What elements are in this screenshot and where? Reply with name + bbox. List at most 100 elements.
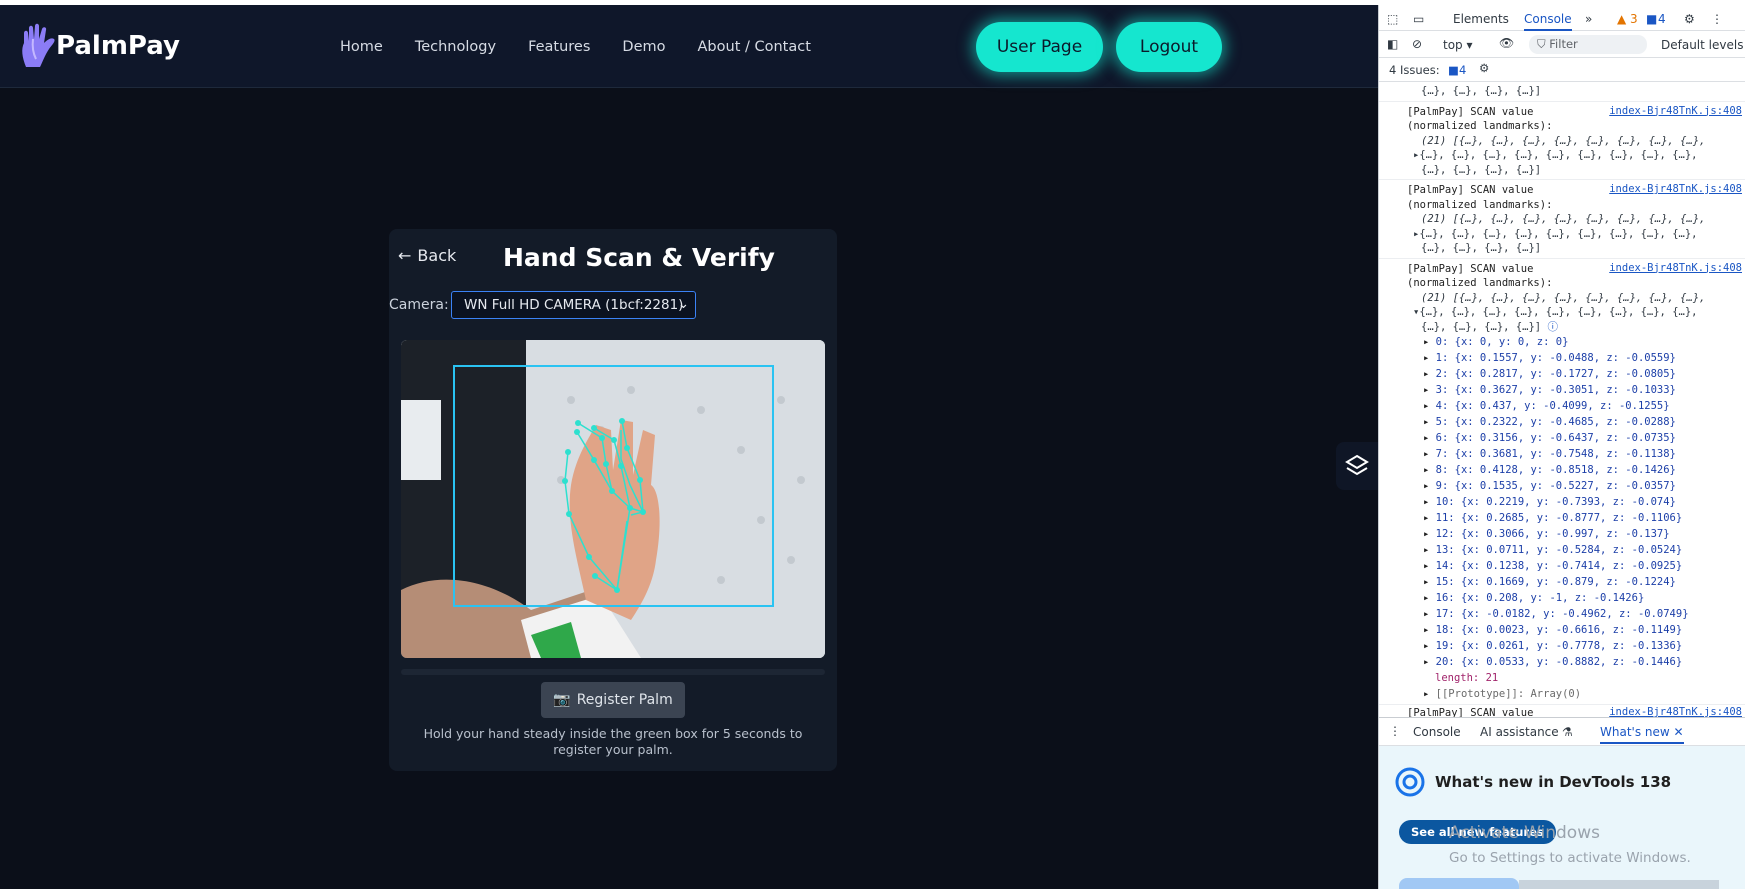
whats-new-tab-label: What's new — [1600, 725, 1670, 739]
arrow-left-icon: ← — [398, 246, 412, 265]
array-line1: (21) [{…}, {…}, {…}, {…}, {…}, {…}, {…},… — [1421, 134, 1706, 147]
landmark-row[interactable]: ▸ 9: {x: 0.1535, y: -0.5227, z: -0.0357} — [1407, 478, 1745, 494]
settings-gear-icon[interactable]: ⚙ — [1684, 12, 1695, 26]
logo[interactable]: PalmPay — [18, 23, 180, 69]
messages-count[interactable]: 4 — [1658, 12, 1666, 26]
user-page-button[interactable]: User Page — [976, 22, 1103, 72]
sidebar-toggle-icon[interactable]: ◧ — [1387, 37, 1398, 51]
clear-console-icon[interactable]: ⊘ — [1412, 37, 1422, 51]
landmark-row[interactable]: ▸ 19: {x: 0.0261, y: -0.7778, z: -0.1336… — [1407, 638, 1745, 654]
activate-windows-title: Activate Windows — [1449, 823, 1600, 843]
array-line1: (21) [{…}, {…}, {…}, {…}, {…}, {…}, {…},… — [1421, 213, 1706, 225]
register-palm-button[interactable]: 📷 Register Palm — [541, 682, 685, 718]
nav-home[interactable]: Home — [340, 39, 383, 55]
whats-new-heading: What's new in DevTools 138 — [1395, 767, 1671, 797]
source-link[interactable]: index-Bjr48TnK.js:408 — [1609, 183, 1742, 195]
issues-count[interactable]: 4 — [1459, 63, 1466, 77]
log-head: [PalmPay] SCAN value — [1407, 184, 1534, 196]
console-filter-input[interactable]: ⛉ Filter — [1529, 35, 1647, 54]
log-head: [PalmPay] SCAN value — [1407, 105, 1534, 118]
landmark-row[interactable]: ▸ 10: {x: 0.2219, y: -0.7393, z: -0.074} — [1407, 494, 1745, 510]
console-message: index-Bjr48TnK.js:408 [PalmPay] SCAN val… — [1379, 704, 1745, 717]
landmark-row[interactable]: ▸ 12: {x: 0.3066, y: -0.997, z: -0.137} — [1407, 526, 1745, 542]
context-select[interactable]: top ▾ — [1443, 38, 1473, 52]
landmark-list: ▸ 0: {x: 0, y: 0, z: 0} ▸ 1: {x: 0.1557, … — [1407, 334, 1745, 670]
landmark-row[interactable]: ▸ 7: {x: 0.3681, y: -0.7548, z: -0.1138} — [1407, 446, 1745, 462]
console-output: {…}, {…}, {…}, {…}] index-Bjr48TnK.js:40… — [1379, 84, 1745, 717]
drawer-tab-ai-assistance[interactable]: AI assistance — [1480, 725, 1559, 739]
landmark-row[interactable]: ▸ 14: {x: 0.1238, y: -0.7414, z: -0.0925… — [1407, 558, 1745, 574]
filter-placeholder: Filter — [1549, 37, 1578, 51]
landmark-text: 15: {x: 0.1669, y: -0.879, z: -0.1224} — [1435, 576, 1676, 588]
close-icon[interactable]: ✕ — [1674, 725, 1684, 739]
device-toolbar-icon[interactable]: ▭ — [1413, 12, 1424, 26]
log-levels-select[interactable]: Default levels — [1661, 38, 1743, 52]
inspect-element-icon[interactable]: ⬚ — [1387, 12, 1398, 26]
back-button[interactable]: ← Back — [398, 246, 456, 265]
collapsed-array[interactable]: (21) [{…}, {…}, {…}, {…}, {…}, {…}, {…},… — [1407, 212, 1745, 256]
landmark-row[interactable]: ▸ 20: {x: 0.0533, y: -0.8882, z: -0.1446… — [1407, 654, 1745, 670]
more-tabs-icon[interactable]: » — [1585, 12, 1592, 26]
kebab-menu-icon[interactable]: ⋮ — [1711, 12, 1723, 26]
floating-extension-button[interactable] — [1336, 442, 1378, 490]
landmark-row[interactable]: ▸ 2: {x: 0.2817, y: -0.1727, z: -0.0805} — [1407, 366, 1745, 382]
landmark-row[interactable]: ▸ 16: {x: 0.208, y: -1, z: -0.1426} — [1407, 590, 1745, 606]
camera-select[interactable]: WN Full HD CAMERA (1bcf:2281) ⌄ — [451, 291, 696, 319]
landmark-row[interactable]: ▸ 18: {x: 0.0023, y: -0.6616, z: -0.1149… — [1407, 622, 1745, 638]
log-head2: (normalized landmarks): — [1407, 277, 1553, 289]
chevron-down-icon: ⌄ — [677, 296, 689, 312]
tab-console[interactable]: Console — [1524, 12, 1572, 31]
landmark-row[interactable]: ▸ 6: {x: 0.3156, y: -0.6437, z: -0.0735} — [1407, 430, 1745, 446]
drawer-tab-console[interactable]: Console — [1413, 725, 1461, 739]
eye-icon[interactable]: 👁 — [1499, 36, 1514, 50]
nav-features[interactable]: Features — [528, 39, 590, 55]
landmark-row[interactable]: ▸ 17: {x: -0.0182, y: -0.4962, z: -0.074… — [1407, 606, 1745, 622]
array-prototype[interactable]: ▸ [[Prototype]]: Array(0) — [1407, 686, 1745, 702]
issues-label[interactable]: 4 Issues: — [1389, 63, 1440, 77]
landmark-row[interactable]: ▸ 3: {x: 0.3627, y: -0.3051, z: -0.1033} — [1407, 382, 1745, 398]
logout-button[interactable]: Logout — [1116, 22, 1222, 72]
drawer-tab-whats-new[interactable]: What's new ✕ — [1600, 725, 1684, 744]
expand-triangle-icon: ▸ — [1423, 528, 1436, 540]
warnings-count[interactable]: 3 — [1630, 12, 1638, 26]
landmark-text: 5: {x: 0.2322, y: -0.4685, z: -0.0288} — [1435, 416, 1676, 428]
source-link[interactable]: index-Bjr48TnK.js:408 — [1609, 105, 1742, 117]
tab-elements[interactable]: Elements — [1453, 12, 1509, 26]
back-label: Back — [417, 246, 457, 265]
console-toolbar: ◧ ⊘ top ▾ 👁 ⛉ Filter Default levels — [1379, 31, 1745, 58]
nav-demo[interactable]: Demo — [622, 39, 665, 55]
collapsed-array[interactable]: (21) [{…}, {…}, {…}, {…}, {…}, {…}, {…},… — [1407, 134, 1745, 178]
landmark-row[interactable]: ▸ 4: {x: 0.437, y: -0.4099, z: -0.1255} — [1407, 398, 1745, 414]
register-palm-label: Register Palm — [576, 692, 673, 708]
whats-new-title: What's new in DevTools 138 — [1435, 773, 1672, 791]
issues-message-icon: ■ — [1448, 63, 1459, 77]
expanded-array-header[interactable]: (21) [{…}, {…}, {…}, {…}, {…}, {…}, {…},… — [1407, 291, 1745, 335]
landmark-row[interactable]: ▸ 8: {x: 0.4128, y: -0.8518, z: -0.1426} — [1407, 462, 1745, 478]
landmark-row[interactable]: ▸ 5: {x: 0.2322, y: -0.4685, z: -0.0288} — [1407, 414, 1745, 430]
info-icon: ⓘ — [1547, 320, 1558, 333]
expand-triangle-icon: ▸ — [1423, 416, 1436, 428]
expand-triangle-icon: ▸ — [1423, 336, 1436, 348]
layers-icon — [1345, 454, 1369, 476]
source-link[interactable]: index-Bjr48TnK.js:408 — [1609, 262, 1742, 274]
console-message-expanded: index-Bjr48TnK.js:408 [PalmPay] SCAN val… — [1379, 259, 1745, 705]
log-head2: (normalized landmarks): — [1407, 198, 1553, 211]
expand-triangle-icon: ▸ — [1423, 560, 1436, 572]
expand-triangle-icon: ▸ — [1423, 496, 1436, 508]
array-length: length: 21 — [1435, 672, 1499, 684]
source-link[interactable]: index-Bjr48TnK.js:408 — [1609, 706, 1742, 717]
landmark-text: 20: {x: 0.0533, y: -0.8882, z: -0.1446} — [1435, 656, 1683, 668]
drawer-menu-icon[interactable]: ⋮ — [1389, 724, 1401, 738]
context-value: top — [1443, 38, 1463, 52]
nav-technology[interactable]: Technology — [415, 39, 496, 55]
expand-triangle-icon: ▸ — [1423, 624, 1436, 636]
landmark-row[interactable]: ▸ 1: {x: 0.1557, y: -0.0488, z: -0.0559} — [1407, 350, 1745, 366]
landmark-row[interactable]: ▸ 15: {x: 0.1669, y: -0.879, z: -0.1224} — [1407, 574, 1745, 590]
landmark-row[interactable]: ▸ 11: {x: 0.2685, y: -0.8777, z: -0.1106… — [1407, 510, 1745, 526]
devtools-tabbar: ⬚ ▭ Elements Console » ▲ 3 ■ 4 ⚙ ⋮ — [1379, 5, 1745, 31]
landmark-text: 18: {x: 0.0023, y: -0.6616, z: -0.1149} — [1435, 624, 1683, 636]
nav-about-contact[interactable]: About / Contact — [698, 39, 811, 55]
console-settings-gear-icon[interactable]: ⚙ — [1479, 61, 1489, 75]
landmark-row[interactable]: ▸ 0: {x: 0, y: 0, z: 0} — [1407, 334, 1745, 350]
landmark-row[interactable]: ▸ 13: {x: 0.0711, y: -0.5284, z: -0.0524… — [1407, 542, 1745, 558]
